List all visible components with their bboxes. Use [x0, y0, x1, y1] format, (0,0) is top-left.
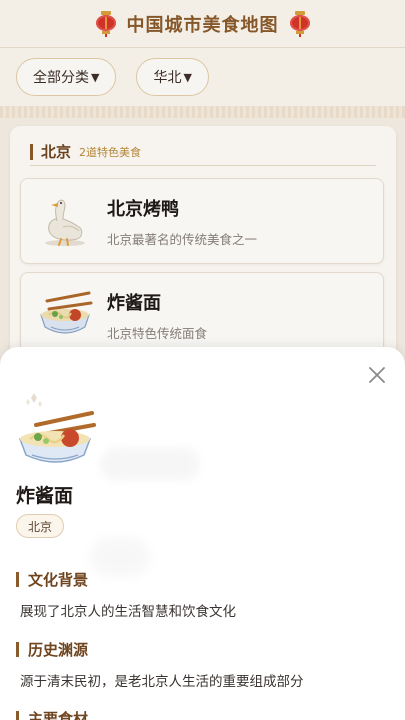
- region-tag: 北京: [16, 514, 65, 538]
- section-body: 源于清末民初，是老北京人生活的重要组成部分: [20, 674, 304, 690]
- section-accent-bar: [16, 711, 19, 720]
- blurred-decoration: [90, 537, 150, 577]
- blurred-decoration: [100, 447, 200, 481]
- close-icon[interactable]: [365, 363, 389, 387]
- section-accent-bar: [16, 572, 19, 587]
- section-heading: 主要食材: [16, 708, 88, 720]
- food-detail-sheet: 炸酱面 北京 文化背景 展现了北京人的生活智慧和饮食文化 历史渊源 源于清末民初…: [0, 347, 405, 720]
- section-accent-bar: [16, 642, 19, 657]
- section-body: 展现了北京人的生活智慧和饮食文化: [20, 604, 236, 620]
- noodle-bowl-icon: [18, 393, 96, 463]
- section-heading: 历史渊源: [16, 639, 88, 660]
- section-heading: 文化背景: [16, 569, 88, 590]
- section-heading-text: 文化背景: [28, 571, 89, 589]
- detail-title: 炸酱面: [16, 485, 74, 507]
- section-heading-text: 主要食材: [28, 710, 89, 720]
- section-heading-text: 历史渊源: [28, 641, 89, 659]
